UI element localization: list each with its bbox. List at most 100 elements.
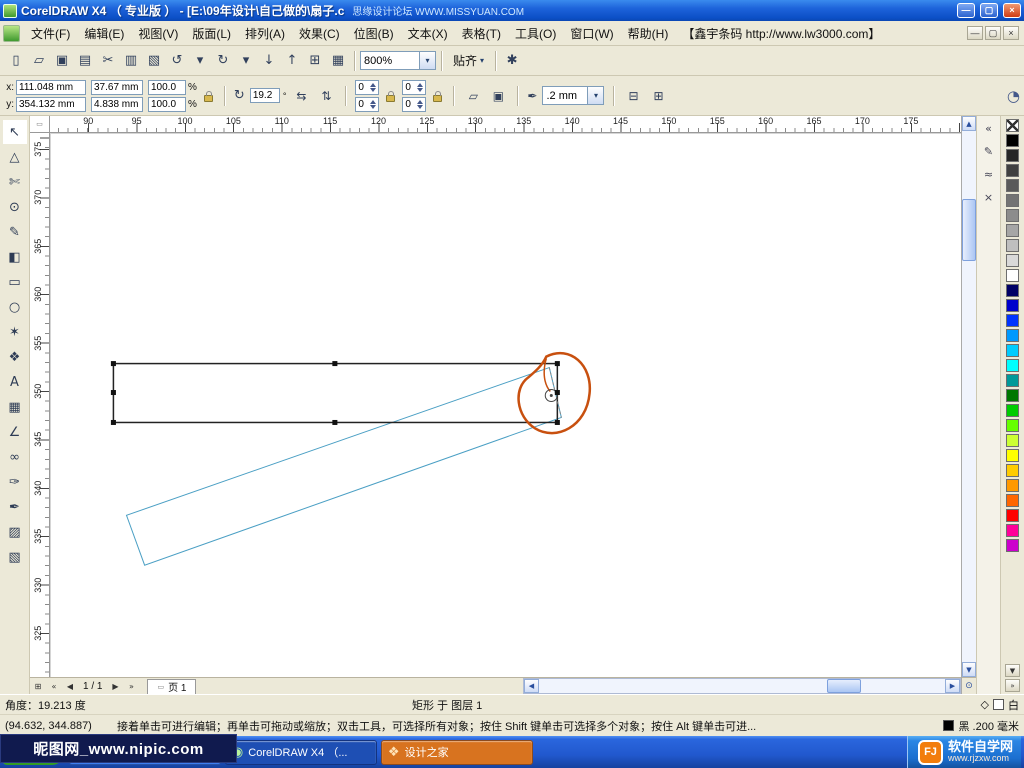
redo-button[interactable]: ↻ <box>212 50 234 72</box>
rotation-angle-input[interactable] <box>250 88 280 103</box>
ruler-origin-corner[interactable]: ▭ <box>30 116 50 133</box>
selection-handle[interactable] <box>555 361 560 366</box>
close-docker-button[interactable]: × <box>980 188 998 206</box>
selection-handle[interactable] <box>111 390 116 395</box>
table-tool[interactable]: ▦ <box>3 395 27 419</box>
rectangle-tool[interactable]: ▭ <box>3 270 27 294</box>
selection-handle[interactable] <box>111 420 116 425</box>
scroll-left-arrow[interactable]: ◀ <box>524 679 539 693</box>
vscroll-thumb[interactable] <box>962 199 976 261</box>
rotation-preview-outline[interactable] <box>127 368 562 566</box>
color-swatch[interactable] <box>1006 329 1019 342</box>
save-button[interactable]: ▣ <box>51 50 73 72</box>
corner-radius-tl-input[interactable] <box>355 80 379 95</box>
previous-page-button[interactable]: ◀ <box>62 679 78 694</box>
color-swatch[interactable] <box>1006 539 1019 552</box>
selection-handle[interactable] <box>111 361 116 366</box>
corner-lock-right-icon[interactable] <box>433 95 442 102</box>
to-front-button[interactable]: ⊞ <box>648 86 668 106</box>
curve-shape[interactable] <box>519 353 590 433</box>
smart-fill-tool[interactable]: ◧ <box>3 245 27 269</box>
menu-item[interactable]: 【鑫宇条码 http://www.lw3000.com】 <box>675 22 887 45</box>
object-height-input[interactable] <box>91 97 143 112</box>
print-button[interactable]: ▤ <box>74 50 96 72</box>
redo-dropdown-button[interactable]: ▾ <box>235 50 257 72</box>
doc-close-button[interactable]: × <box>1003 26 1019 40</box>
chevron-down-icon[interactable] <box>587 87 603 104</box>
drawing-canvas[interactable] <box>50 133 961 677</box>
color-swatch[interactable] <box>1006 419 1019 432</box>
selection-handle[interactable] <box>555 390 560 395</box>
hscroll-track[interactable] <box>539 679 945 693</box>
rotation-center-dot[interactable] <box>550 394 553 397</box>
eyedropper-tool[interactable]: ✑ <box>3 470 27 494</box>
freehand-tool[interactable]: ✎ <box>3 220 27 244</box>
color-swatch[interactable] <box>1006 434 1019 447</box>
last-page-button[interactable]: » <box>123 679 139 694</box>
vertical-scrollbar[interactable]: ▲ ▼ ⊙ <box>961 116 976 694</box>
navigator-button[interactable]: ⊙ <box>962 677 976 694</box>
add-page-button[interactable]: ⊞ <box>30 679 46 694</box>
scroll-up-arrow[interactable]: ▲ <box>962 116 976 131</box>
color-swatch[interactable] <box>1006 254 1019 267</box>
collapse-docker-button[interactable]: « <box>980 119 998 137</box>
undo-button[interactable]: ↺ <box>166 50 188 72</box>
y-position-input[interactable] <box>16 97 86 112</box>
no-color-swatch[interactable] <box>1006 119 1019 132</box>
crop-tool[interactable]: ✄ <box>3 170 27 194</box>
hscroll-thumb[interactable] <box>827 679 861 693</box>
scroll-down-arrow[interactable]: ▼ <box>962 662 976 677</box>
canvas-svg[interactable] <box>50 133 961 677</box>
selection-handle[interactable] <box>332 420 337 425</box>
color-swatch[interactable] <box>1006 464 1019 477</box>
page-tab[interactable]: ▭ 页 1 <box>147 679 196 694</box>
chevron-down-icon[interactable] <box>419 52 435 69</box>
color-swatch[interactable] <box>1006 164 1019 177</box>
corner-radius-bl-input[interactable] <box>355 97 379 112</box>
scale-lock-icon[interactable] <box>204 95 213 102</box>
paste-button[interactable]: ▧ <box>143 50 165 72</box>
menu-item[interactable]: 位图(B) <box>347 22 401 45</box>
wrap-text-button[interactable]: ▣ <box>488 86 508 106</box>
task-coreldraw[interactable]: ◉ CorelDRAW X4 （... <box>225 740 377 765</box>
color-swatch[interactable] <box>1006 374 1019 387</box>
color-swatch[interactable] <box>1006 479 1019 492</box>
menu-item[interactable]: 视图(V) <box>131 22 185 45</box>
color-swatch[interactable] <box>1006 284 1019 297</box>
undo-dropdown-button[interactable]: ▾ <box>189 50 211 72</box>
menu-item[interactable]: 排列(A) <box>238 22 292 45</box>
restore-button[interactable]: ▢ <box>980 3 998 18</box>
menu-item[interactable]: 窗口(W) <box>563 22 620 45</box>
ellipse-tool[interactable]: ○ <box>3 295 27 319</box>
selection-handle[interactable] <box>555 420 560 425</box>
scale-horizontal-input[interactable] <box>148 80 186 95</box>
menu-item[interactable]: 文件(F) <box>24 22 77 45</box>
fill-tool[interactable]: ▨ <box>3 520 27 544</box>
application-launcher-button[interactable]: ⊞ <box>304 50 326 72</box>
mirror-horizontal-button[interactable]: ⇆ <box>291 86 311 106</box>
corner-radius-tr-input[interactable] <box>402 80 426 95</box>
open-button[interactable]: ▱ <box>28 50 50 72</box>
export-button[interactable]: ↑ <box>281 50 303 72</box>
outline-pen-tool[interactable]: ✒ <box>3 495 27 519</box>
doc-restore-button[interactable]: ▢ <box>985 26 1001 40</box>
menu-item[interactable]: 表格(T) <box>455 22 508 45</box>
selection-handle[interactable] <box>332 361 337 366</box>
color-swatch[interactable] <box>1006 449 1019 462</box>
color-swatch[interactable] <box>1006 359 1019 372</box>
doc-minimize-button[interactable]: — <box>967 26 983 40</box>
shape-tool[interactable]: △ <box>3 145 27 169</box>
menu-item[interactable]: 版面(L) <box>185 22 238 45</box>
color-swatch[interactable] <box>1006 344 1019 357</box>
object-properties-dial-icon[interactable]: ◔ <box>1007 87 1020 105</box>
color-swatch[interactable] <box>1006 299 1019 312</box>
interactive-fill-tool[interactable]: ▧ <box>3 545 27 569</box>
menu-item[interactable]: 效果(C) <box>292 22 347 45</box>
color-swatch[interactable] <box>1006 239 1019 252</box>
copy-button[interactable]: ▥ <box>120 50 142 72</box>
curve-docker-icon[interactable]: ✎ <box>980 142 998 160</box>
color-swatch[interactable] <box>1006 494 1019 507</box>
mirror-vertical-button[interactable]: ⇅ <box>316 86 336 106</box>
selected-rectangle[interactable] <box>113 364 557 423</box>
zoom-tool[interactable]: ⊙ <box>3 195 27 219</box>
